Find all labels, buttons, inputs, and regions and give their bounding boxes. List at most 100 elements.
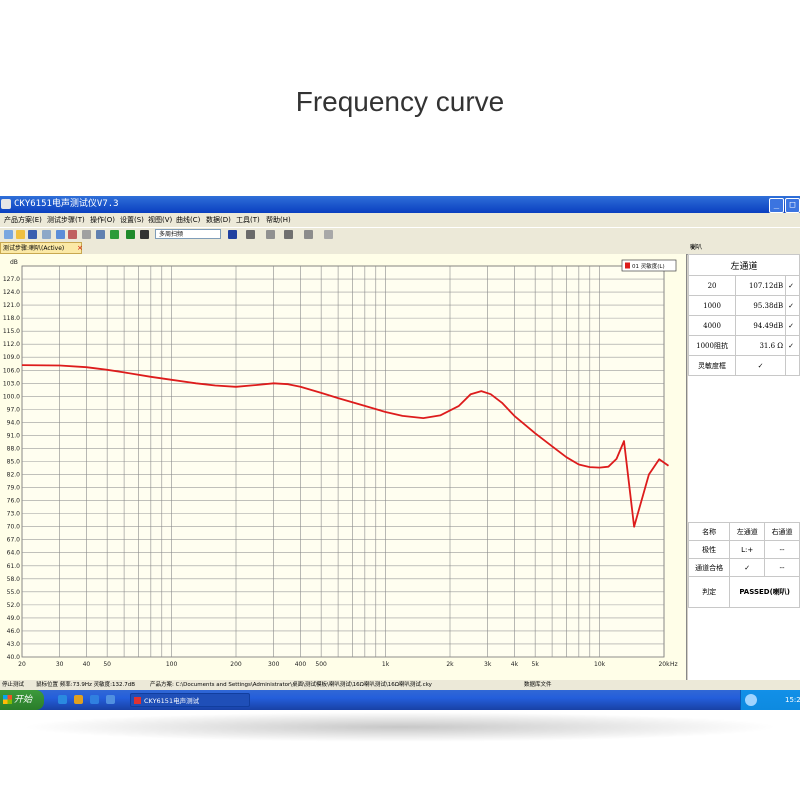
y-tick-label: 52.0 [7, 602, 21, 609]
x-tick-label: 20k [658, 661, 670, 668]
row-name: 1000 [687, 295, 737, 316]
y-tick-label: 67.0 [7, 537, 21, 544]
y-tick-label: 43.0 [7, 641, 21, 648]
chart-icon[interactable] [56, 230, 65, 239]
y-tick-label: 55.0 [7, 589, 21, 596]
start-button[interactable]: 开始 [0, 690, 44, 710]
table-row: 灵敏度框 ✓ [687, 355, 800, 376]
y-tick-label: 118.0 [3, 315, 20, 322]
row-check-icon [785, 355, 800, 376]
y-tick-label: 106.0 [3, 367, 20, 374]
row-value: 94.49dB [735, 315, 787, 336]
scan-mode-select[interactable]: 多周扫频 [155, 229, 221, 239]
folder-icon[interactable] [74, 695, 83, 704]
clock: 15:26 [785, 696, 800, 704]
menu-view[interactable]: 视图(V) [148, 213, 172, 227]
menu-test-steps[interactable]: 测试步骤(T) [47, 213, 85, 227]
new-icon[interactable] [4, 230, 13, 239]
y-tick-label: 82.0 [7, 472, 21, 479]
channel-header: 左通道 [688, 254, 800, 276]
settings-icon[interactable] [324, 230, 333, 239]
save-icon[interactable] [28, 230, 37, 239]
y-tick-label: 121.0 [3, 302, 20, 309]
ohm-icon[interactable] [284, 230, 293, 239]
open-folder-icon[interactable] [16, 230, 25, 239]
cursor-icon[interactable] [228, 230, 237, 239]
x-tick-label: 50 [103, 661, 111, 668]
row-value: 31.6 Ω [735, 335, 787, 356]
legend-label: 01 灵敏度(L) [632, 262, 665, 270]
menu-help[interactable]: 帮助(H) [266, 213, 291, 227]
menu-bar: 产品方案(E) 测试步骤(T) 操作(O) 设置(S) 视图(V) 曲线(C) … [0, 213, 800, 227]
play-icon[interactable] [126, 230, 135, 239]
menu-data[interactable]: 数据(D) [206, 213, 231, 227]
row-value: 95.38dB [735, 295, 787, 316]
monitor-shadow [20, 712, 780, 742]
menu-settings[interactable]: 设置(S) [120, 213, 144, 227]
x-tick-label: 400 [295, 661, 307, 668]
windows-logo-icon [3, 695, 12, 704]
col-header-right: 右通道 [764, 522, 800, 541]
y-tick-label: 124.0 [3, 289, 20, 296]
media-icon[interactable] [90, 695, 99, 704]
col-header-name: 名称 [687, 522, 731, 541]
y-tick-label: 109.0 [3, 354, 20, 361]
row-name: 4000 [687, 315, 737, 336]
row-name: 灵敏度框 [687, 355, 737, 376]
x-tick-label: 100 [166, 661, 178, 668]
table-icon[interactable] [68, 230, 77, 239]
desktop-icon[interactable] [106, 695, 115, 704]
tab-test-step[interactable]: 测试步骤:喇叭(Active) × [0, 242, 83, 254]
status-cursor: 鼠标位置 频率:73.9Hz 灵敏度:132.7dB [36, 682, 135, 688]
verdict-label: 判定 [687, 576, 731, 608]
print-icon[interactable] [42, 230, 51, 239]
y-tick-label: 70.0 [7, 524, 21, 531]
frequency-plot: 127.0 124.0 121.0 118.0 115.0 112.0 109.0 106.0… [0, 254, 687, 680]
menu-tools[interactable]: 工具(T) [236, 213, 260, 227]
marker-icon[interactable] [246, 230, 255, 239]
x-tick-label: 5k [532, 661, 540, 668]
window-title: CKY6151电声测试仪V7.3 [14, 199, 119, 209]
table-row: 4000 94.49dB ✓ [687, 315, 800, 336]
y-tick-label: 127.0 [3, 276, 20, 283]
system-tray: 15:26 [740, 690, 800, 710]
row-name: 极性 [687, 540, 731, 559]
y-tick-label: 58.0 [7, 576, 21, 583]
scan-icon[interactable] [110, 230, 119, 239]
stop-icon[interactable] [140, 230, 149, 239]
row-check-icon: ✓ [785, 275, 800, 296]
table-row: 1000 95.38dB ✓ [687, 295, 800, 316]
table-row: 20 107.12dB ✓ [687, 275, 800, 296]
toolbar: 多周扫频 [0, 227, 800, 243]
zoom-icon[interactable] [266, 230, 275, 239]
menu-product[interactable]: 产品方案(E) [4, 213, 42, 227]
volume-icon[interactable] [745, 694, 757, 706]
x-tick-label: 500 [315, 661, 327, 668]
window-titlebar: CKY6151电声测试仪V7.3 _ □ [0, 196, 800, 213]
maximize-button[interactable]: □ [785, 198, 800, 213]
x-tick-label: 200 [230, 661, 242, 668]
y-tick-label: 88.0 [7, 445, 21, 452]
y-tick-label: 46.0 [7, 628, 21, 635]
row-check-icon: ✓ [785, 295, 800, 316]
minimize-button[interactable]: _ [769, 198, 784, 213]
scope-icon[interactable] [82, 230, 91, 239]
edit-icon[interactable] [96, 230, 105, 239]
menu-curve[interactable]: 曲线(C) [176, 213, 200, 227]
y-tick-label: 100.0 [3, 393, 20, 400]
row-left: L:+ [729, 540, 766, 559]
col-header-left: 左通道 [729, 522, 766, 541]
verdict-value: PASSED(喇叭) [729, 576, 800, 608]
screen: CKY6151电声测试仪V7.3 _ □ 产品方案(E) 测试步骤(T) 操作(… [0, 196, 800, 710]
menu-operate[interactable]: 操作(O) [90, 213, 115, 227]
y-tick-label: 73.0 [7, 511, 21, 518]
tab-close-icon[interactable]: × [77, 243, 83, 254]
row-value: ✓ [735, 355, 787, 376]
row-right: -- [764, 540, 800, 559]
ie-icon[interactable] [58, 695, 67, 704]
taskbar-app-button[interactable]: CKY6151电声测试 [130, 693, 250, 707]
panel-close-icon[interactable]: × [690, 242, 696, 254]
y-unit-label: dB [10, 259, 18, 266]
phase-icon[interactable] [304, 230, 313, 239]
taskbar: 开始 CKY6151电声测试 15:26 [0, 690, 800, 710]
